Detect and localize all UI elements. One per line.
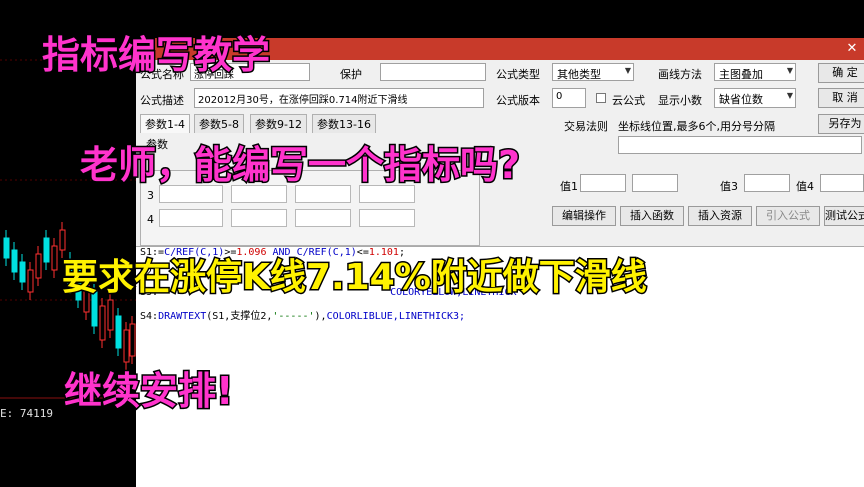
close-icon[interactable]: ✕ <box>844 41 860 57</box>
formula-type-value: 其他类型 <box>557 68 601 81</box>
ok-button[interactable]: 确 定 <box>818 63 864 83</box>
code-token: DRAWTEXT <box>158 311 207 322</box>
protect-label: 保护 <box>340 68 362 81</box>
overlay-requirement: 要求在涨停K线7.14%附近做下滑线 <box>61 256 649 300</box>
value4-input[interactable] <box>820 174 864 192</box>
code-line-s4: S4:DRAWTEXT(S1,支撑位2,'-----'),COLORLIBLUE… <box>140 307 465 322</box>
cancel-button[interactable]: 取 消 <box>818 88 864 108</box>
code-token: COLORLIBLUE <box>326 311 393 322</box>
value4-label: 值4 <box>796 180 814 193</box>
candle-body <box>35 253 42 279</box>
value2-input[interactable] <box>632 174 678 192</box>
chevron-down-icon: ▼ <box>624 66 631 75</box>
chevron-down-icon: ▼ <box>786 91 793 100</box>
overlay-question: 老师，能编写一个指标吗? <box>78 142 521 189</box>
chevron-down-icon: ▼ <box>786 66 793 75</box>
trade-rule-label[interactable]: 交易法则 <box>564 118 608 134</box>
overlay-continue: 继续安排! <box>62 368 234 415</box>
formula-type-label: 公式类型 <box>496 68 540 81</box>
param-cell[interactable] <box>295 209 351 227</box>
code-token: (S1,支撑位2, <box>206 311 273 322</box>
price-readout: E: 74119 <box>0 407 53 420</box>
code-token: ), <box>314 311 327 322</box>
value3-label: 值3 <box>720 180 738 193</box>
tab-params-13-16[interactable]: 参数13-16 <box>312 114 376 133</box>
protect-input[interactable] <box>380 63 486 81</box>
candle-body <box>11 249 18 273</box>
value3-input[interactable] <box>744 174 790 192</box>
candle-body <box>51 245 58 271</box>
candle-body <box>123 329 130 363</box>
tab-params-9-12[interactable]: 参数9-12 <box>250 114 307 133</box>
formula-desc-label: 公式描述 <box>140 94 184 107</box>
candle-body <box>59 229 66 251</box>
formula-version-input[interactable]: 0 <box>552 88 586 108</box>
candle-body <box>107 299 114 331</box>
tab-params-1-4[interactable]: 参数1-4 <box>140 114 190 133</box>
cloud-formula-checkbox[interactable] <box>596 93 606 103</box>
save-as-button[interactable]: 另存为 <box>818 114 864 134</box>
candle-body <box>115 315 122 349</box>
candle-body <box>19 261 26 283</box>
value1-input[interactable] <box>580 174 626 192</box>
param-row-number: 3 <box>147 189 154 202</box>
test-formula-button[interactable]: 测试公式 <box>824 206 864 226</box>
coordinate-line-hint: 坐标线位置,最多6个,用分号分隔 <box>618 120 775 133</box>
decimals-select[interactable]: 缺省位数 ▼ <box>714 88 796 108</box>
import-formula-button[interactable]: 引入公式 <box>756 206 820 226</box>
value1-label: 值1 <box>560 180 578 193</box>
insert-function-button[interactable]: 插入函数 <box>620 206 684 226</box>
candle-body <box>27 269 34 293</box>
draw-method-label: 画线方法 <box>658 68 702 81</box>
code-token: '-----' <box>272 311 315 322</box>
param-row-number: 4 <box>147 213 154 226</box>
formula-version-label: 公式版本 <box>496 94 540 107</box>
draw-method-select[interactable]: 主图叠加 ▼ <box>714 63 796 81</box>
draw-method-value: 主图叠加 <box>719 68 763 81</box>
candle-body <box>129 323 136 357</box>
cloud-formula-label: 云公式 <box>612 94 645 107</box>
coordinate-line-input[interactable] <box>618 136 862 154</box>
decimals-label: 显示小数 <box>658 94 702 107</box>
insert-resource-button[interactable]: 插入资源 <box>688 206 752 226</box>
candle-body <box>3 237 10 259</box>
code-token: S4: <box>140 311 159 322</box>
param-cell[interactable] <box>359 209 415 227</box>
formula-type-select[interactable]: 其他类型 ▼ <box>552 63 634 81</box>
decimals-value: 缺省位数 <box>719 93 763 106</box>
tab-params-5-8[interactable]: 参数5-8 <box>194 114 244 133</box>
formula-desc-input[interactable]: 202012月30号，在涨停回踩0.714附近下滑线 <box>194 88 484 108</box>
edit-operation-button[interactable]: 编辑操作 <box>552 206 616 226</box>
candle-body <box>43 237 50 263</box>
candle-body <box>99 305 106 341</box>
overlay-title: 指标编写教学 <box>40 32 271 79</box>
param-cell[interactable] <box>231 209 287 227</box>
code-token: ,LINETHICK3; <box>392 311 466 322</box>
param-cell[interactable] <box>159 209 223 227</box>
